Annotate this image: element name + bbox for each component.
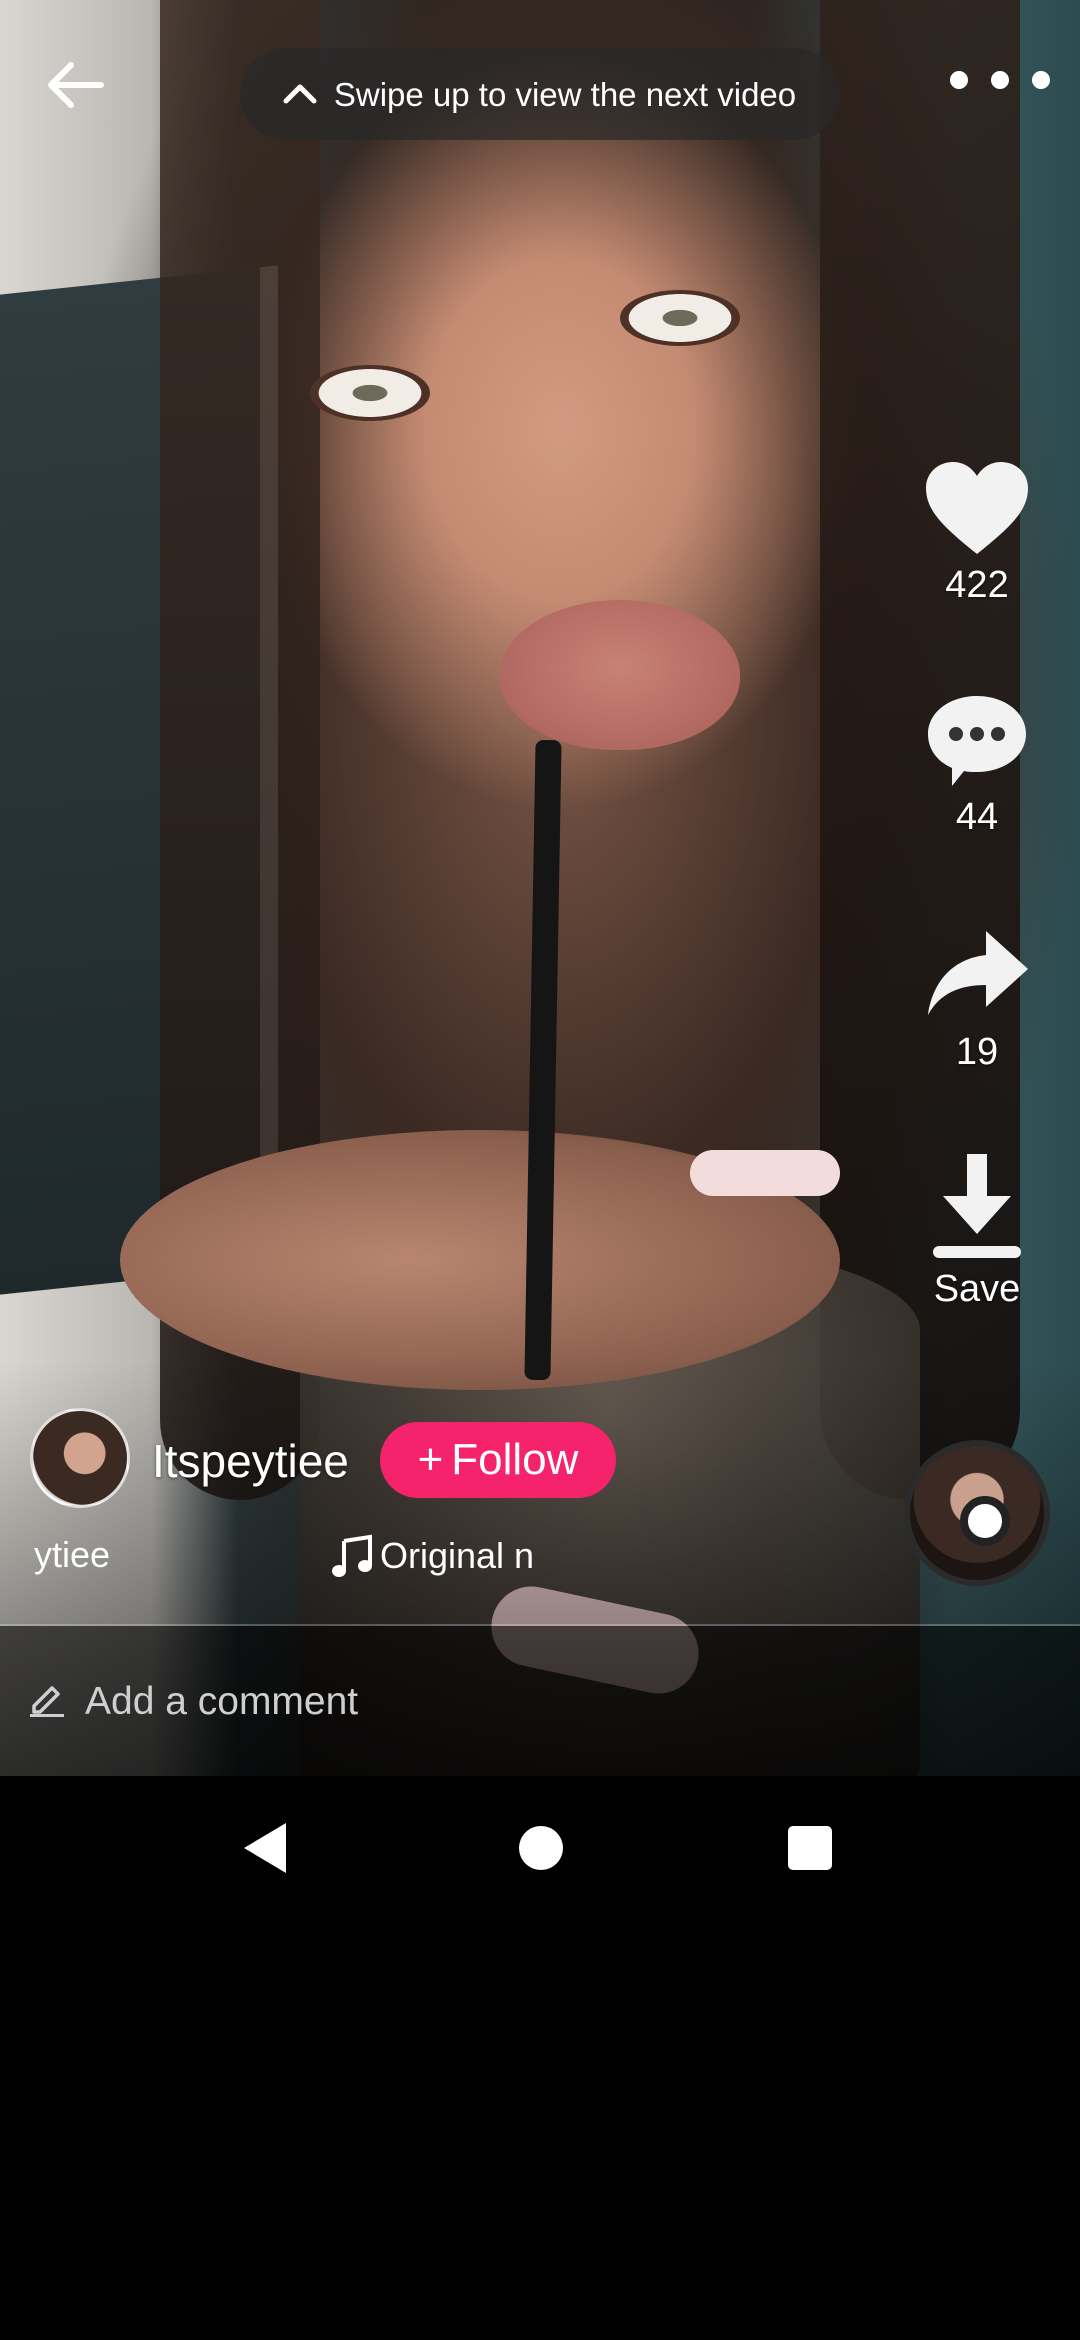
music-title[interactable]: Original n (330, 1530, 545, 1582)
swipe-hint-pill[interactable]: Swipe up to view the next video (240, 48, 840, 140)
plus-icon: + (417, 1435, 444, 1484)
more-horizontal-icon (950, 71, 968, 89)
creator-avatar[interactable] (30, 1408, 130, 1508)
back-button[interactable] (30, 40, 120, 130)
creator-username[interactable]: Itspeytiee (152, 1434, 349, 1488)
video-eye-right (620, 290, 740, 346)
arrow-left-icon (48, 62, 104, 108)
more-horizontal-icon-dot (1032, 71, 1050, 89)
video-lips (500, 600, 740, 750)
follow-label: Follow (451, 1435, 579, 1484)
video-eye-left (310, 365, 430, 421)
like-count: 422 (945, 564, 1009, 606)
caption-fragment: ytiee (33, 1534, 110, 1575)
nav-recents-icon[interactable] (788, 1826, 832, 1870)
heart-icon (926, 462, 1028, 554)
comment-count: 44 (955, 796, 999, 838)
share-button[interactable]: 19 (912, 925, 1042, 1074)
download-icon (933, 1154, 1021, 1258)
comment-input[interactable]: Add a comment (0, 1626, 1080, 1776)
like-button[interactable]: 422 (912, 458, 1042, 607)
share-count: 19 (955, 1031, 999, 1073)
more-options-button[interactable] (950, 50, 1050, 110)
screen: Swipe up to view the next video 422 44 1… (0, 0, 1080, 2340)
follow-button[interactable]: + Follow (380, 1422, 616, 1498)
caption-marquee: ytiee (0, 1530, 140, 1580)
chat-bubble-icon (928, 696, 1026, 786)
chevron-up-icon (270, 79, 330, 109)
save-label: Save (933, 1268, 1021, 1310)
comment-button[interactable]: 44 (912, 690, 1042, 839)
save-button[interactable]: Save (912, 1152, 1042, 1311)
nav-back-icon[interactable] (240, 1821, 290, 1875)
video-nail (690, 1150, 840, 1196)
music-title-text: Original n (380, 1535, 535, 1576)
share-arrow-icon (928, 931, 1028, 1015)
swipe-hint-text: Swipe up to view the next video (333, 75, 797, 113)
pencil-icon (30, 1686, 64, 1717)
more-horizontal-icon-dot (991, 71, 1009, 89)
music-disc-center (960, 1496, 1010, 1546)
music-disc[interactable] (904, 1440, 1050, 1586)
music-note-icon (330, 1533, 380, 1579)
nav-home-icon[interactable] (519, 1826, 563, 1870)
comment-placeholder: Add a comment (85, 1680, 359, 1723)
system-nav-bar (0, 1776, 1080, 1920)
